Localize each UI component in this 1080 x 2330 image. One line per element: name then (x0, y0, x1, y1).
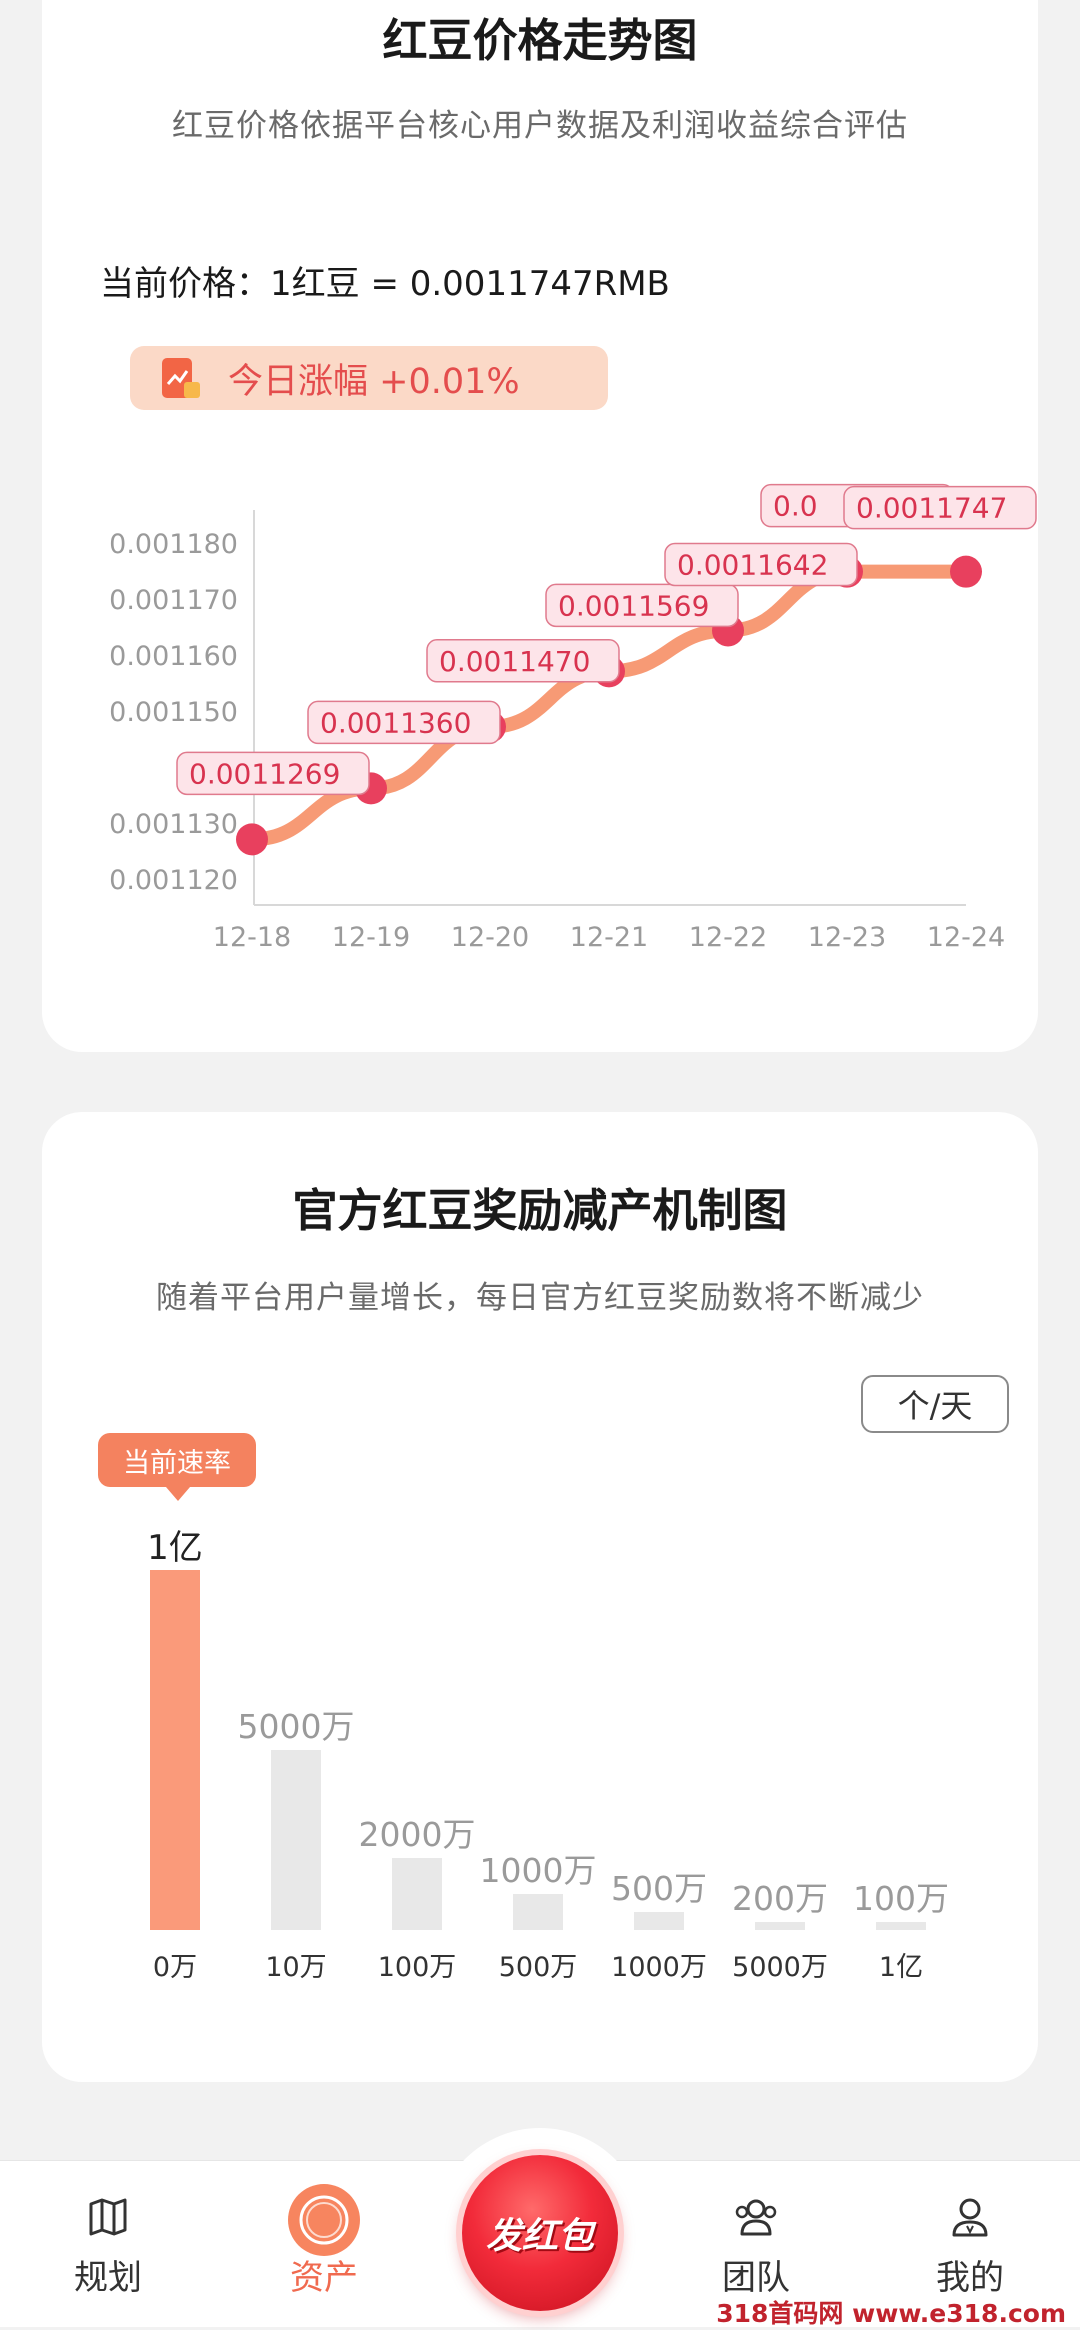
x-tick-label: 12-21 (570, 922, 648, 953)
reward-bar (634, 1912, 684, 1930)
y-tick-label: 0.001160 (109, 641, 238, 672)
reward-bar-value: 1亿 (147, 1528, 203, 1568)
price-point (236, 823, 268, 856)
nav-label-plan: 规划 (74, 2258, 142, 2298)
nav-item-assets[interactable]: 资产 (244, 2160, 404, 2326)
reward-bar-value: 5000万 (237, 1707, 355, 1746)
send-red-packet-label: 发红包 (485, 2216, 594, 2257)
nav-label-mine: 我的 (936, 2258, 1004, 2298)
y-tick-label: 0.001130 (109, 809, 238, 840)
x-tick-label: 12-20 (451, 922, 529, 953)
reward-bar (150, 1570, 200, 1930)
price-data-label: 0.0011569 (558, 589, 709, 622)
nav-label-team: 团队 (722, 2258, 790, 2298)
reward-bar-value: 100万 (853, 1879, 949, 1918)
reward-bar (271, 1750, 321, 1930)
current-rate-tag: 当前速率 (98, 1433, 256, 1501)
reward-bar-x-label: 1000万 (611, 1952, 707, 1983)
reward-bar-x-label: 100万 (377, 1952, 457, 1983)
price-data-label: 0.0011470 (439, 645, 590, 678)
price-data-label: 0.0011642 (677, 548, 828, 581)
profile-icon (952, 2198, 988, 2237)
nav-item-plan[interactable]: 规划 (28, 2160, 188, 2326)
price-point (950, 555, 982, 588)
price-data-label: 0.0011269 (189, 757, 340, 790)
team-icon (735, 2199, 777, 2236)
x-tick-label: 12-24 (927, 922, 1005, 953)
reward-bar-x-label: 500万 (498, 1952, 578, 1983)
x-tick-label: 12-19 (332, 922, 410, 953)
x-tick-label: 12-18 (213, 922, 291, 953)
price-data-label: 0.0 (773, 490, 818, 523)
reward-bar (755, 1922, 805, 1930)
price-line-chart: 0.0011800.0011700.0011600.0011500.000.00… (109, 483, 1037, 953)
reward-card-subtitle: 随着平台用户量增长，每日官方红豆奖励数将不断减少 (156, 1280, 924, 1316)
y-tick-label: 0.001180 (109, 529, 238, 560)
price-data-label: 0.0011360 (320, 706, 471, 739)
reward-bar (392, 1858, 442, 1930)
y-tick-label: 0.001150 (109, 697, 238, 728)
reward-bar-x-label: 0万 (152, 1952, 198, 1983)
send-red-packet-button[interactable]: 发红包 (462, 2155, 618, 2311)
reward-card-title: 官方红豆奖励减产机制图 (292, 1184, 788, 1237)
price-data-label: 0.0011747 (856, 492, 1007, 525)
x-tick-label: 12-23 (808, 922, 886, 953)
reward-bar-x-label: 5000万 (732, 1952, 828, 1983)
nav-label-assets: 资产 (290, 2258, 358, 2298)
reward-bar-x-label: 1亿 (878, 1952, 924, 1983)
y-tick-label: 0.001120 (109, 865, 238, 896)
reward-bar (876, 1922, 926, 1930)
map-icon (89, 2198, 127, 2236)
asset-icon (288, 2184, 360, 2256)
x-tick-label: 12-22 (689, 922, 767, 953)
reward-bar-x-label: 10万 (265, 1952, 327, 1983)
watermark: 318首码网 www.e318.com (716, 2299, 1066, 2328)
unit-selector[interactable]: 个/天 (861, 1375, 1009, 1433)
reward-bar (513, 1894, 563, 1930)
y-tick-label: 0.001170 (109, 585, 238, 616)
